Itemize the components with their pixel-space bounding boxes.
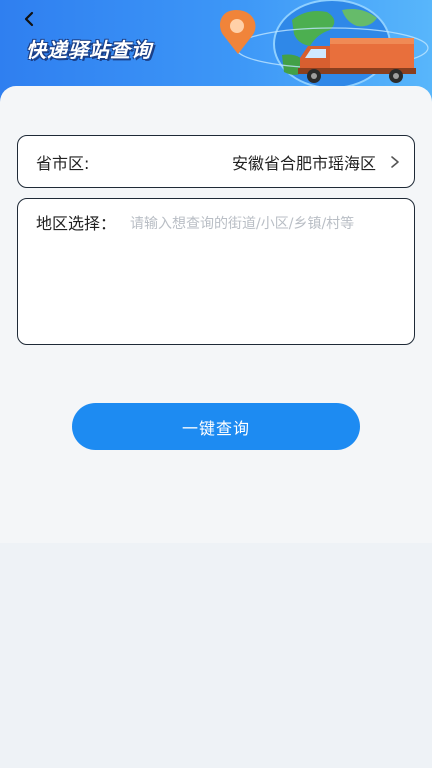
region-value: 安徽省合肥市瑶海区 <box>231 153 376 173</box>
query-button[interactable]: 一键查询 <box>72 403 360 450</box>
delivery-illustration <box>220 0 429 89</box>
location-pin-icon <box>220 10 256 54</box>
region-label: 省市区: <box>36 153 90 173</box>
page-title: 快递驿站查询 <box>26 38 152 62</box>
back-button[interactable] <box>16 6 42 32</box>
chevron-left-icon <box>24 11 34 27</box>
area-input[interactable] <box>130 213 402 323</box>
chevron-right-icon <box>391 155 399 168</box>
area-label: 地区选择： <box>36 214 117 233</box>
area-box: 地区选择： <box>17 198 415 345</box>
region-selector[interactable]: 省市区: 安徽省合肥市瑶海区 <box>17 135 415 188</box>
screen: 快递驿站查询 省市区: 安徽省合肥市瑶海区 地区选择： 请输入想查询的街道/小区… <box>0 0 432 768</box>
